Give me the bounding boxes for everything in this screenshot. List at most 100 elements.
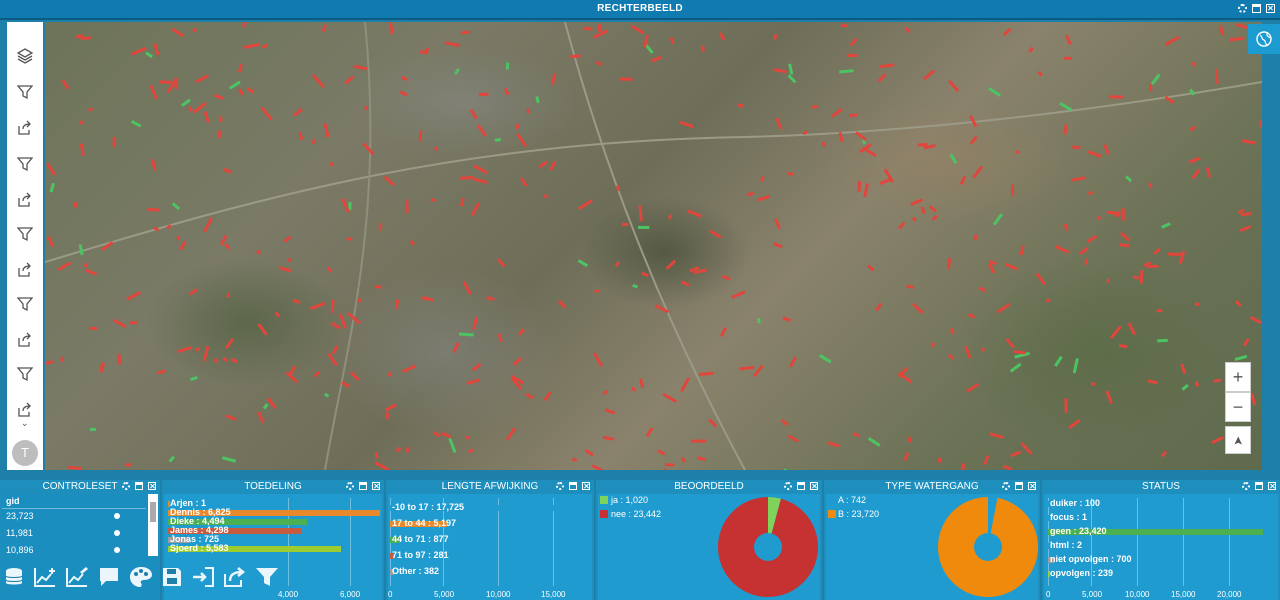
- watercourse-segment[interactable]: [454, 68, 460, 75]
- watercourse-segment[interactable]: [401, 75, 408, 82]
- watercourse-segment[interactable]: [399, 90, 408, 97]
- watercourse-segment[interactable]: [188, 106, 194, 112]
- watercourse-segment[interactable]: [737, 103, 745, 108]
- watercourse-segment[interactable]: [224, 243, 231, 250]
- watercourse-segment[interactable]: [857, 181, 862, 192]
- watercourse-segment[interactable]: [1191, 168, 1201, 180]
- watercourse-segment[interactable]: [149, 84, 159, 100]
- watercourse-segment[interactable]: [460, 197, 465, 207]
- watercourse-segment[interactable]: [1164, 35, 1180, 47]
- watercourse-segment[interactable]: [356, 298, 362, 303]
- watercourse-segment[interactable]: [1002, 27, 1012, 37]
- watercourse-segment[interactable]: [867, 437, 881, 447]
- share-icon[interactable]: [223, 566, 247, 594]
- watercourse-segment[interactable]: [221, 456, 237, 463]
- watercourse-segment[interactable]: [516, 133, 528, 148]
- table-row[interactable]: 11,981: [6, 528, 33, 538]
- watercourse-segment[interactable]: [1139, 270, 1144, 284]
- watercourse-segment[interactable]: [988, 87, 1002, 97]
- watercourse-segment[interactable]: [904, 26, 911, 33]
- watercourse-segment[interactable]: [145, 51, 154, 59]
- watercourse-segment[interactable]: [1059, 102, 1073, 112]
- close-icon[interactable]: [1028, 482, 1036, 490]
- watercourse-segment[interactable]: [1063, 223, 1069, 232]
- watercourse-segment[interactable]: [1249, 315, 1262, 325]
- watercourse-segment[interactable]: [203, 217, 213, 233]
- watercourse-segment[interactable]: [923, 69, 936, 81]
- watercourse-segment[interactable]: [1079, 247, 1089, 255]
- watercourse-segment[interactable]: [328, 161, 335, 167]
- watercourse-segment[interactable]: [261, 43, 268, 49]
- watercourse-segment[interactable]: [757, 194, 771, 202]
- gear-icon[interactable]: [556, 482, 564, 490]
- watercourse-segment[interactable]: [313, 370, 320, 378]
- close-icon[interactable]: [1266, 4, 1275, 13]
- watercourse-segment[interactable]: [867, 264, 875, 272]
- watercourse-segment[interactable]: [452, 342, 460, 354]
- watercourse-segment[interactable]: [465, 435, 471, 440]
- watercourse-segment[interactable]: [383, 175, 396, 187]
- watercourse-segment[interactable]: [1087, 190, 1094, 196]
- watercourse-segment[interactable]: [257, 411, 265, 424]
- watercourse-segment[interactable]: [679, 377, 691, 393]
- watercourse-segment[interactable]: [1028, 46, 1035, 53]
- layers-icon[interactable]: [15, 46, 35, 66]
- avatar[interactable]: T: [12, 440, 38, 466]
- watercourse-segment[interactable]: [283, 235, 292, 243]
- watercourse-segment[interactable]: [879, 63, 895, 69]
- watercourse-segment[interactable]: [679, 120, 694, 129]
- watercourse-segment[interactable]: [230, 357, 238, 364]
- watercourse-segment[interactable]: [1148, 182, 1153, 189]
- watercourse-segment[interactable]: [49, 182, 55, 193]
- table-row[interactable]: 23,723: [6, 511, 34, 521]
- database-icon[interactable]: [3, 566, 25, 594]
- watercourse-segment[interactable]: [225, 414, 237, 421]
- watercourse-segment[interactable]: [349, 370, 360, 382]
- edit-chart-icon[interactable]: [65, 566, 89, 594]
- donut-chart[interactable]: [936, 495, 1040, 599]
- watercourse-segment[interactable]: [645, 427, 654, 437]
- watercourse-segment[interactable]: [327, 352, 339, 367]
- watercourse-segment[interactable]: [687, 209, 703, 218]
- watercourse-segment[interactable]: [188, 288, 198, 296]
- zoom-out-button[interactable]: −: [1225, 392, 1251, 422]
- watercourse-segment[interactable]: [177, 346, 193, 353]
- watercourse-segment[interactable]: [1106, 278, 1111, 283]
- watercourse-segment[interactable]: [471, 362, 482, 372]
- watercourse-segment[interactable]: [1045, 298, 1051, 303]
- gear-icon[interactable]: [1002, 482, 1010, 490]
- watercourse-segment[interactable]: [583, 26, 593, 31]
- watercourse-segment[interactable]: [470, 202, 481, 217]
- watercourse-segment[interactable]: [387, 371, 393, 378]
- watercourse-segment[interactable]: [409, 240, 416, 246]
- watercourse-segment[interactable]: [662, 392, 678, 403]
- watercourse-segment[interactable]: [594, 289, 601, 294]
- watercourse-segment[interactable]: [947, 353, 955, 360]
- watercourse-segment[interactable]: [246, 87, 255, 94]
- watercourse-segment[interactable]: [911, 216, 917, 222]
- watercourse-segment[interactable]: [520, 177, 528, 187]
- watercourse-segment[interactable]: [117, 354, 122, 365]
- maximize-icon[interactable]: [135, 482, 143, 490]
- watercourse-segment[interactable]: [340, 197, 351, 213]
- watercourse-segment[interactable]: [113, 318, 127, 329]
- watercourse-segment[interactable]: [549, 160, 557, 171]
- watercourse-segment[interactable]: [819, 354, 832, 364]
- watercourse-segment[interactable]: [75, 34, 84, 39]
- watercourse-segment[interactable]: [638, 378, 645, 388]
- watercourse-segment[interactable]: [543, 194, 549, 199]
- watercourse-segment[interactable]: [189, 375, 198, 382]
- watercourse-segment[interactable]: [171, 27, 185, 38]
- watercourse-segment[interactable]: [978, 286, 987, 293]
- watercourse-segment[interactable]: [323, 122, 330, 138]
- watercourse-segment[interactable]: [83, 262, 89, 268]
- watercourse-segment[interactable]: [384, 403, 397, 412]
- watercourse-segment[interactable]: [1181, 383, 1189, 391]
- watercourse-segment[interactable]: [1242, 338, 1250, 347]
- watercourse-segment[interactable]: [1147, 379, 1158, 385]
- gear-icon[interactable]: [346, 482, 354, 490]
- filter-icon[interactable]: [15, 154, 35, 174]
- maximize-icon[interactable]: [569, 482, 577, 490]
- watercourse-segment[interactable]: [1150, 73, 1161, 85]
- watercourse-segment[interactable]: [226, 292, 231, 298]
